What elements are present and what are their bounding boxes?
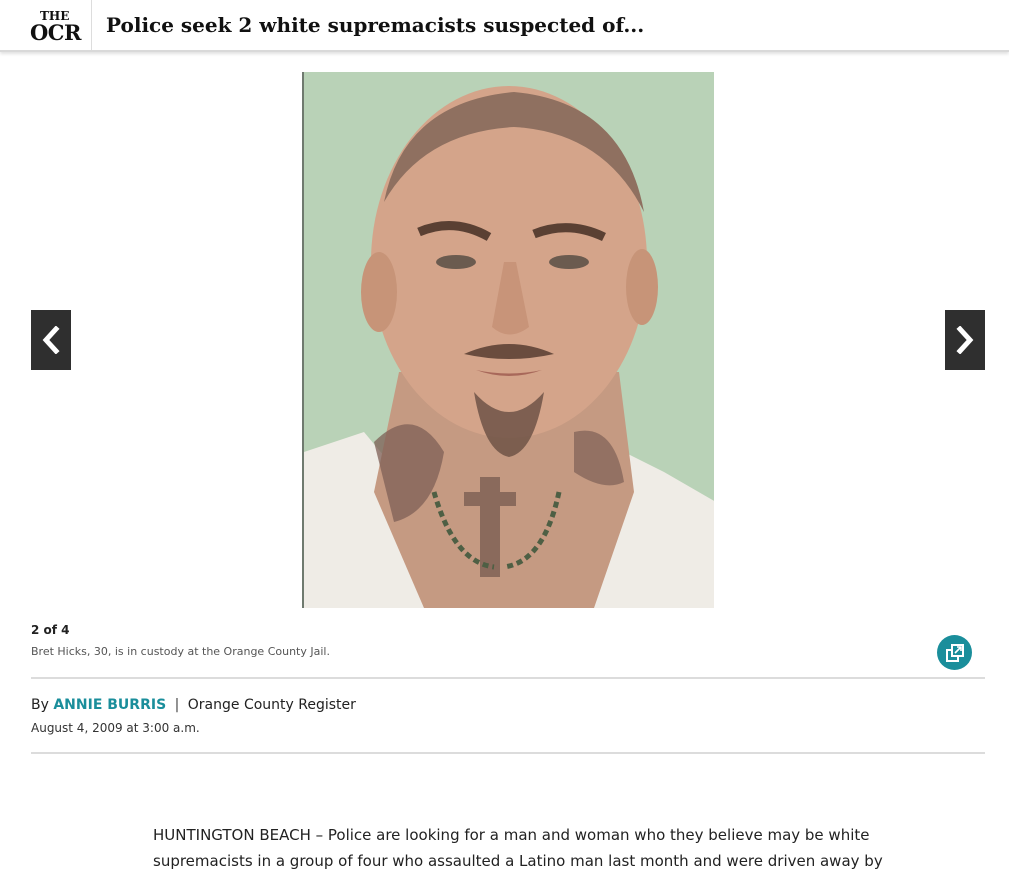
publish-date: August 4, 2009 at 3:00 a.m.: [31, 721, 200, 735]
byline-separator: |: [174, 697, 180, 713]
gallery-photo[interactable]: [302, 72, 714, 608]
chevron-left-icon: [42, 326, 60, 354]
page-title: Police seek 2 white supremacists suspect…: [106, 13, 645, 37]
publication-name: Orange County Register: [187, 697, 356, 713]
article-line: supremacists in a group of four who assa…: [153, 852, 883, 870]
chevron-right-icon: [956, 326, 974, 354]
ocr-logo[interactable]: THE OCR: [0, 0, 92, 50]
byline-prefix: By: [31, 697, 49, 713]
divider: [31, 752, 985, 754]
gallery-prev-button[interactable]: [31, 310, 71, 370]
article-body: HUNTINGTON BEACH – Police are looking fo…: [153, 822, 883, 874]
article-line: HUNTINGTON BEACH – Police are looking fo…: [153, 826, 870, 844]
byline: By ANNIE BURRIS | Orange County Register: [31, 697, 356, 713]
expand-gallery-icon: [945, 643, 964, 662]
photo-caption: Bret Hicks, 30, is in custody at the Ora…: [31, 645, 330, 658]
author-link[interactable]: ANNIE BURRIS: [53, 697, 166, 713]
expand-gallery-button[interactable]: [937, 635, 972, 670]
logo-ocr: OCR: [30, 20, 81, 45]
gallery-counter: 2 of 4: [31, 623, 70, 637]
top-bar: THE OCR Police seek 2 white supremacists…: [0, 0, 1009, 52]
gallery-next-button[interactable]: [945, 310, 985, 370]
divider: [31, 677, 985, 679]
